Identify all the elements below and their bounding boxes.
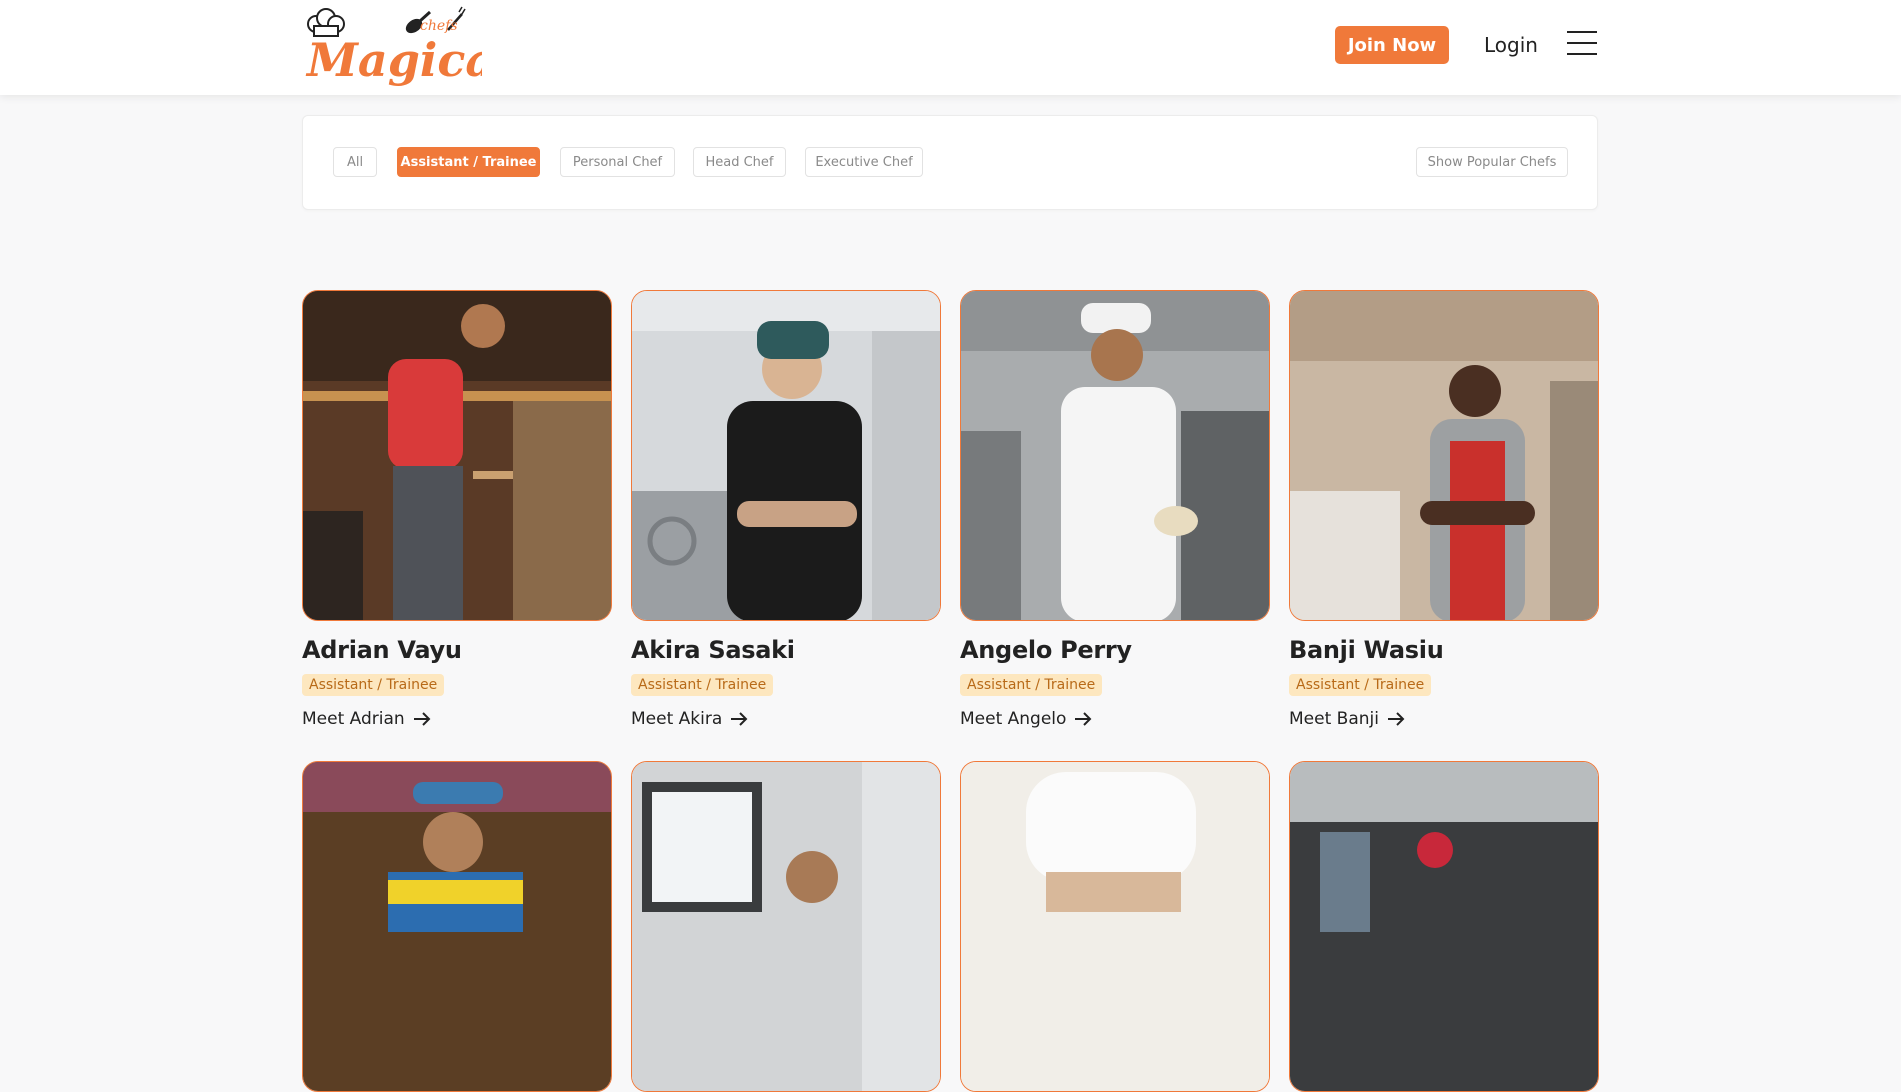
chef-photo[interactable]: [960, 290, 1270, 621]
filter-all[interactable]: All: [333, 147, 377, 177]
chef-photo[interactable]: [960, 761, 1270, 1092]
chef-card: Akira Sasaki Assistant / Trainee Meet Ak…: [631, 290, 941, 729]
filter-assistant-trainee[interactable]: Assistant / Trainee: [397, 147, 540, 177]
meet-chef-label: Meet Akira: [631, 709, 723, 729]
chef-card: [302, 761, 612, 1092]
role-badge: Assistant / Trainee: [960, 674, 1103, 696]
filter-head-chef[interactable]: Head Chef: [693, 147, 786, 177]
chef-photo[interactable]: [302, 761, 612, 1092]
arrow-right-icon: [1075, 712, 1092, 726]
role-badge: Assistant / Trainee: [302, 674, 445, 696]
chef-card: Angelo Perry Assistant / Trainee Meet An…: [960, 290, 1270, 729]
role-badge: Assistant / Trainee: [1289, 674, 1432, 696]
chef-photo[interactable]: [631, 290, 941, 621]
chef-name: Adrian Vayu: [302, 636, 462, 664]
show-popular-chefs-button[interactable]: Show Popular Chefs: [1416, 147, 1568, 177]
logo-subtext: chefs: [420, 18, 458, 34]
logo-wordmark: Magical: [305, 33, 482, 87]
meet-chef-label: Meet Banji: [1289, 709, 1379, 729]
role-badge: Assistant / Trainee: [631, 674, 774, 696]
filter-executive-chef[interactable]: Executive Chef: [805, 147, 923, 177]
meet-chef-label: Meet Adrian: [302, 709, 405, 729]
chef-photo[interactable]: [1289, 290, 1599, 621]
meet-chef-link[interactable]: Meet Adrian: [302, 709, 612, 729]
chef-card: Adrian Vayu Assistant / Trainee Meet Adr…: [302, 290, 612, 729]
arrow-right-icon: [731, 712, 748, 726]
join-now-button[interactable]: Join Now: [1335, 26, 1449, 64]
hamburger-menu-icon[interactable]: [1567, 31, 1597, 57]
chef-card: [960, 761, 1270, 1092]
chef-card: Banji Wasiu Assistant / Trainee Meet Ban…: [1289, 290, 1599, 729]
meet-chef-link[interactable]: Meet Angelo: [960, 709, 1270, 729]
meet-chef-link[interactable]: Meet Banji: [1289, 709, 1599, 729]
chef-hat-icon: [307, 8, 345, 37]
arrow-right-icon: [413, 712, 431, 726]
arrow-right-icon: [1387, 712, 1405, 726]
chef-photo[interactable]: [302, 290, 612, 621]
chef-photo[interactable]: [1289, 761, 1599, 1092]
chef-name: Angelo Perry: [960, 636, 1132, 664]
login-link[interactable]: Login: [1484, 33, 1538, 57]
meet-chef-label: Meet Angelo: [960, 709, 1067, 729]
site-header: Magical chefs Join Now Login: [0, 0, 1901, 95]
brand-logo[interactable]: Magical chefs: [302, 6, 482, 90]
filter-personal-chef[interactable]: Personal Chef: [560, 147, 675, 177]
chef-photo[interactable]: [631, 761, 941, 1092]
meet-chef-link[interactable]: Meet Akira: [631, 709, 941, 729]
chef-name: Banji Wasiu: [1289, 636, 1444, 664]
chef-card: [631, 761, 941, 1092]
chef-card: [1289, 761, 1599, 1092]
filter-panel: All Assistant / Trainee Personal Chef He…: [302, 115, 1598, 210]
chef-name: Akira Sasaki: [631, 636, 795, 664]
